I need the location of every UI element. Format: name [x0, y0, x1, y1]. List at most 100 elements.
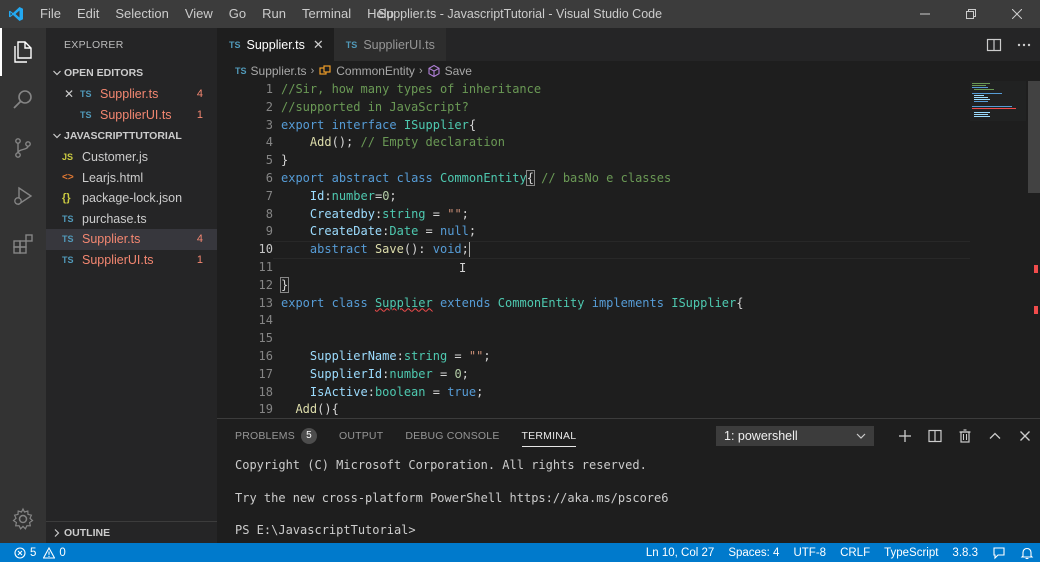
tab-debug-console[interactable]: DEBUG CONSOLE: [405, 419, 499, 453]
cursor-position[interactable]: Ln 10, Col 27: [646, 547, 714, 559]
problem-count-badge: 1: [196, 253, 203, 266]
language-mode[interactable]: TypeScript: [884, 547, 938, 559]
editor-scrollbar[interactable]: [1026, 81, 1040, 418]
split-terminal-icon[interactable]: [928, 429, 942, 443]
class-symbol-icon: [319, 65, 331, 75]
error-count: 5: [30, 546, 37, 559]
menu-bar: File Edit Selection View Go Run Terminal…: [32, 0, 402, 28]
menu-edit[interactable]: Edit: [69, 0, 107, 28]
split-editor-icon[interactable]: [986, 37, 1002, 53]
open-editor-item-supplier[interactable]: ✕ TS Supplier.ts 4: [46, 84, 217, 105]
menu-run[interactable]: Run: [254, 0, 294, 28]
restore-button[interactable]: [948, 0, 994, 28]
feedback-icon[interactable]: [992, 546, 1006, 560]
open-editor-item-supplierui[interactable]: TS SupplierUI.ts 1: [46, 105, 217, 126]
line-number: 4: [265, 135, 273, 150]
search-icon: [13, 90, 32, 109]
project-folder-label: JAVASCRIPTTUTORIAL: [64, 130, 182, 142]
error-marker: [1034, 265, 1038, 273]
tab-supplier-ts[interactable]: TS Supplier.ts ✕: [217, 28, 334, 61]
breadcrumb: TS Supplier.ts › CommonEntity › Save: [217, 61, 1040, 81]
breadcrumb-method[interactable]: Save: [445, 64, 472, 78]
menu-view[interactable]: View: [177, 0, 221, 28]
current-code-line: 10 abstract Save(): void;: [217, 241, 1040, 259]
terminal-line: Try the new cross-platform PowerShell ht…: [235, 490, 669, 505]
outline-header[interactable]: OUTLINE: [46, 522, 217, 544]
minimap[interactable]: [970, 81, 1026, 141]
open-editors-header[interactable]: OPEN EDITORS: [46, 62, 217, 84]
line-number: 13: [258, 295, 273, 310]
menu-selection[interactable]: Selection: [107, 0, 176, 28]
close-tab-icon[interactable]: ✕: [313, 37, 324, 53]
gear-icon: [12, 507, 34, 530]
editor-tabs: TS Supplier.ts ✕ TS SupplierUI.ts: [217, 28, 1040, 61]
vscode-logo-icon: [0, 0, 32, 28]
tab-problems[interactable]: PROBLEMS 5: [235, 419, 317, 453]
typescript-file-icon: TS: [62, 213, 74, 224]
problems-status[interactable]: 5 0: [0, 546, 66, 559]
tab-terminal[interactable]: TERMINAL: [521, 425, 577, 447]
code-line: 6 export abstract class CommonEntity{ // …: [217, 169, 1040, 188]
line-number: 11: [258, 259, 273, 274]
typescript-version[interactable]: 3.8.3: [952, 547, 978, 559]
encoding[interactable]: UTF-8: [793, 547, 826, 559]
trash-icon[interactable]: [958, 429, 972, 443]
typescript-file-icon: TS: [62, 254, 74, 265]
bell-icon[interactable]: [1020, 546, 1034, 560]
close-panel-icon[interactable]: [1018, 429, 1032, 443]
code-line: 18 IsActive:boolean = true;: [217, 384, 1040, 402]
more-actions-icon[interactable]: [1016, 37, 1032, 53]
file-name: Supplier.ts: [100, 87, 159, 102]
menu-go[interactable]: Go: [221, 0, 254, 28]
file-name: Supplier.ts: [82, 232, 141, 247]
chevron-right-icon: [50, 528, 64, 538]
terminal-line: Copyright (C) Microsoft Corporation. All…: [235, 458, 647, 472]
run-debug-activity-button[interactable]: [0, 172, 46, 220]
scroll-thumb[interactable]: [1028, 81, 1040, 193]
code-line: 2//supported in JavaScript?: [217, 99, 1040, 117]
problem-count-badge: 4: [196, 233, 203, 246]
menu-file[interactable]: File: [32, 0, 69, 28]
menu-terminal[interactable]: Terminal: [294, 0, 359, 28]
code-editor[interactable]: 1//Sir, how many types of inheritance 2/…: [217, 81, 1040, 419]
indentation[interactable]: Spaces: 4: [728, 547, 779, 559]
panel-tabs: PROBLEMS 5 OUTPUT DEBUG CONSOLE TERMINAL…: [217, 419, 1040, 453]
breadcrumb-file[interactable]: Supplier.ts: [251, 64, 307, 78]
extensions-activity-button[interactable]: [0, 220, 46, 268]
file-name: Customer.js: [82, 150, 148, 165]
line-number: 2: [265, 99, 273, 114]
close-window-button[interactable]: [994, 0, 1040, 28]
line-number: 7: [265, 188, 273, 203]
file-item-supplier-ts[interactable]: TS Supplier.ts 4: [46, 229, 217, 250]
file-item-purchase-ts[interactable]: TS purchase.ts: [46, 209, 217, 230]
line-ending[interactable]: CRLF: [840, 547, 870, 559]
close-icon[interactable]: ✕: [64, 87, 80, 101]
file-name: Learjs.html: [82, 170, 144, 185]
terminal-output[interactable]: Copyright (C) Microsoft Corporation. All…: [217, 453, 1040, 538]
extensions-icon: [13, 234, 33, 254]
file-item-package-lock[interactable]: {} package-lock.json: [46, 188, 217, 209]
explorer-activity-button[interactable]: [0, 28, 46, 76]
file-item-supplierui-ts[interactable]: TS SupplierUI.ts 1: [46, 250, 217, 271]
new-terminal-icon[interactable]: [898, 429, 912, 443]
chevron-up-icon[interactable]: [988, 429, 1002, 443]
menu-help[interactable]: Help: [359, 0, 402, 28]
file-item-customer-js[interactable]: JS Customer.js: [46, 147, 217, 168]
breadcrumb-class[interactable]: CommonEntity: [336, 64, 415, 78]
line-number: 8: [265, 206, 273, 221]
line-number: 19: [258, 402, 273, 417]
tab-supplierui-ts[interactable]: TS SupplierUI.ts: [333, 28, 446, 61]
line-number: 16: [258, 348, 273, 363]
line-number: 12: [258, 277, 273, 292]
search-activity-button[interactable]: [0, 76, 46, 124]
source-control-icon: [15, 138, 31, 158]
minimize-button[interactable]: [902, 0, 948, 28]
file-item-learjs-html[interactable]: <> Learjs.html: [46, 168, 217, 189]
tab-output[interactable]: OUTPUT: [339, 419, 383, 453]
code-line: 3 export interface ISupplier{: [217, 117, 1040, 135]
terminal-select[interactable]: 1: powershell: [716, 426, 874, 446]
manage-activity-button[interactable]: [0, 495, 46, 543]
typescript-file-icon: TS: [80, 109, 92, 120]
project-folder-header[interactable]: JAVASCRIPTTUTORIAL: [46, 125, 217, 147]
source-control-activity-button[interactable]: [0, 124, 46, 172]
